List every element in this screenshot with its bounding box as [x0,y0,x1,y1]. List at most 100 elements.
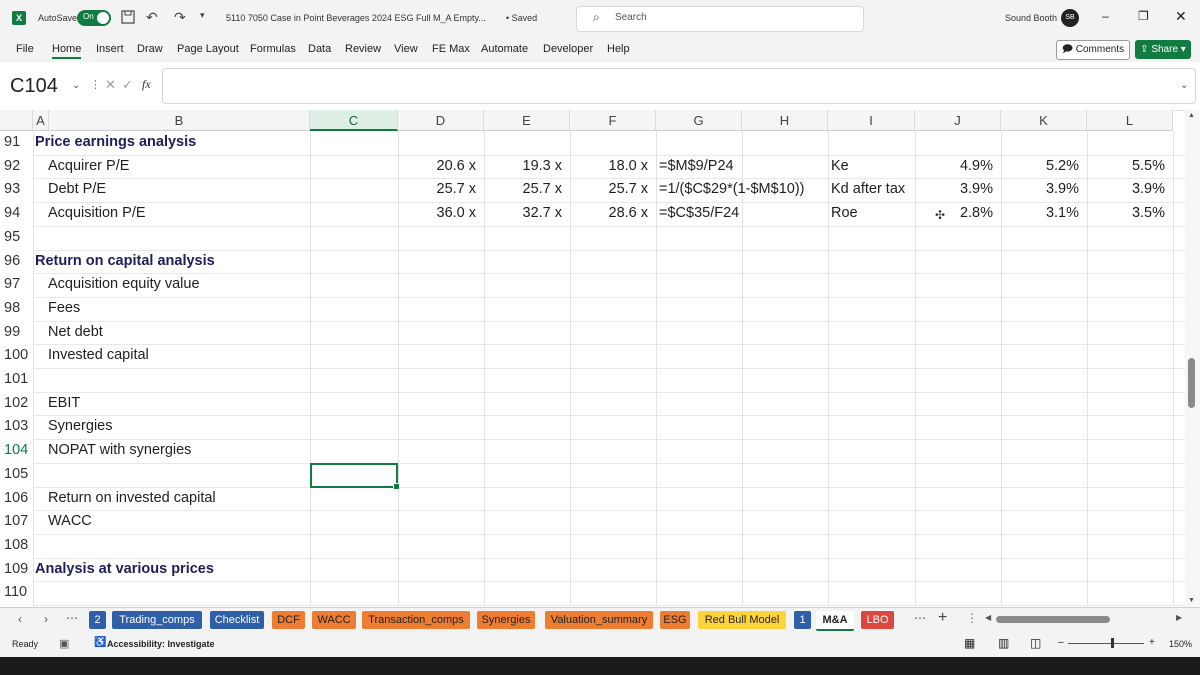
hscroll-right-icon[interactable]: ▶ [1176,613,1182,622]
column-header-i[interactable]: I [828,110,915,131]
column-header-b[interactable]: B [49,110,310,131]
close-icon[interactable]: ✕ [1175,8,1187,25]
column-header-g[interactable]: G [656,110,742,131]
cell-section-heading[interactable]: Price earnings analysis [35,131,196,155]
cell-row-label[interactable]: Net debt [48,321,103,345]
row-header[interactable]: 91 [0,131,33,155]
minimize-icon[interactable]: – [1102,9,1109,23]
fx-icon[interactable]: fx [142,77,151,92]
cell-k[interactable]: 3.1% [1001,202,1079,226]
zoom-in-icon[interactable]: + [1149,637,1155,648]
column-header-c[interactable]: C [310,110,398,131]
row-header[interactable]: 101 [0,368,33,392]
menu-view[interactable]: View [394,43,418,55]
cell-f[interactable]: 25.7 x [570,178,649,202]
cell-e[interactable]: 25.7 x [484,178,563,202]
cell-g[interactable]: =$C$35/F24 [659,202,839,226]
sheet-tab[interactable]: Synergies [477,611,535,629]
sheet-tab[interactable]: M&A [816,611,854,631]
search-box[interactable]: ⌕ Search [576,6,864,32]
tab-splitter-icon[interactable]: ⋮ [966,611,978,625]
cell-j[interactable]: 2.8% [915,202,993,226]
menu-draw[interactable]: Draw [137,43,163,55]
page-layout-view-icon[interactable]: ▥ [998,636,1009,650]
cell-k[interactable]: 3.9% [1001,178,1079,202]
column-header-f[interactable]: F [570,110,656,131]
column-header-j[interactable]: J [915,110,1001,131]
menu-page-layout[interactable]: Page Layout [177,43,239,55]
cell-l[interactable]: 3.5% [1087,202,1165,226]
row-header[interactable]: 107 [0,510,33,534]
menu-file[interactable]: File [16,43,34,55]
row-header[interactable]: 100 [0,344,33,368]
row-header[interactable]: 110 [0,581,33,605]
add-sheet-icon[interactable]: + [938,609,947,627]
cell-row-label[interactable]: WACC [48,510,92,534]
cell-row-label[interactable]: NOPAT with synergies [48,439,191,463]
cell-e[interactable]: 19.3 x [484,155,563,179]
cell-e[interactable]: 32.7 x [484,202,563,226]
menu-data[interactable]: Data [308,43,331,55]
scroll-tabs-left-icon[interactable]: ‹ [18,612,22,626]
menu-formulas[interactable]: Formulas [250,43,296,55]
fill-handle[interactable] [393,483,400,490]
cell-section-heading[interactable]: Return on capital analysis [35,250,215,274]
accessibility-status[interactable]: Accessibility: Investigate [107,639,215,649]
share-button[interactable]: ⇪ Share ▾ [1135,40,1191,59]
cell-i[interactable]: Kd after tax [831,178,915,202]
cell-row-label[interactable]: EBIT [48,392,80,416]
menu-home[interactable]: Home [52,43,82,59]
row-header[interactable]: 102 [0,392,33,416]
column-header-e[interactable]: E [484,110,570,131]
more-tabs-icon[interactable]: ⋯ [66,611,78,625]
cancel-icon[interactable]: ✕ [105,77,116,93]
hscroll-left-icon[interactable]: ◀ [985,613,991,622]
column-header-l[interactable]: L [1087,110,1173,131]
sheet-tab[interactable]: ESG [660,611,690,629]
column-header-k[interactable]: K [1001,110,1087,131]
row-header[interactable]: 97 [0,273,33,297]
macro-record-icon[interactable]: ▣ [59,637,69,650]
formula-input[interactable] [162,68,1196,104]
cell-l[interactable]: 5.5% [1087,155,1165,179]
menu-automate[interactable]: Automate [481,43,528,55]
cell-row-label[interactable]: Acquirer P/E [48,155,129,179]
menu-developer[interactable]: Developer [543,43,593,55]
cell-l[interactable]: 3.9% [1087,178,1165,202]
scroll-tabs-right-icon[interactable]: › [44,612,48,626]
column-header-a[interactable]: A [33,110,49,131]
cell-row-label[interactable]: Synergies [48,415,112,439]
undo-icon[interactable]: ↶ [146,9,158,26]
select-all-corner[interactable] [0,110,33,131]
cell-g[interactable]: =1/($C$29*(1-$M$10)) [659,178,839,202]
document-title[interactable]: 5110 7050 Case in Point Beverages 2024 E… [226,13,486,23]
save-icon[interactable] [121,10,135,24]
expand-formula-icon[interactable]: ⌄ [1180,80,1188,91]
saved-status[interactable]: • Saved [506,13,537,23]
sheet-tab[interactable]: WACC [312,611,356,629]
autosave-toggle[interactable]: On [77,10,111,26]
zoom-slider[interactable] [1068,643,1144,644]
cell-section-heading[interactable]: Analysis at various prices [35,558,214,582]
comments-button[interactable]: 🗩 Comments [1056,40,1130,60]
sheet-tab[interactable]: Trading_comps [112,611,202,629]
more-icon[interactable]: ⋮ [90,78,101,91]
column-header-d[interactable]: D [398,110,484,131]
enter-icon[interactable]: ✓ [122,77,133,93]
vertical-scroll-thumb[interactable] [1188,358,1195,408]
row-header[interactable]: 106 [0,487,33,511]
cell-d[interactable]: 25.7 x [398,178,477,202]
cell-j[interactable]: 3.9% [915,178,993,202]
zoom-slider-thumb[interactable] [1111,638,1114,648]
selected-cell[interactable] [310,463,400,490]
horizontal-scroll-thumb[interactable] [996,616,1110,623]
sheet-tab[interactable]: Red Bull Model [698,611,786,629]
cell-row-label[interactable]: Invested capital [48,344,149,368]
cell-f[interactable]: 28.6 x [570,202,649,226]
sheet-tab[interactable]: Valuation_summary [545,611,653,629]
menu-review[interactable]: Review [345,43,381,55]
sheet-tab[interactable]: LBO [861,611,894,629]
sheet-tab[interactable]: Checklist [210,611,264,629]
restore-icon[interactable]: ❐ [1138,9,1149,23]
cell-row-label[interactable]: Debt P/E [48,178,106,202]
